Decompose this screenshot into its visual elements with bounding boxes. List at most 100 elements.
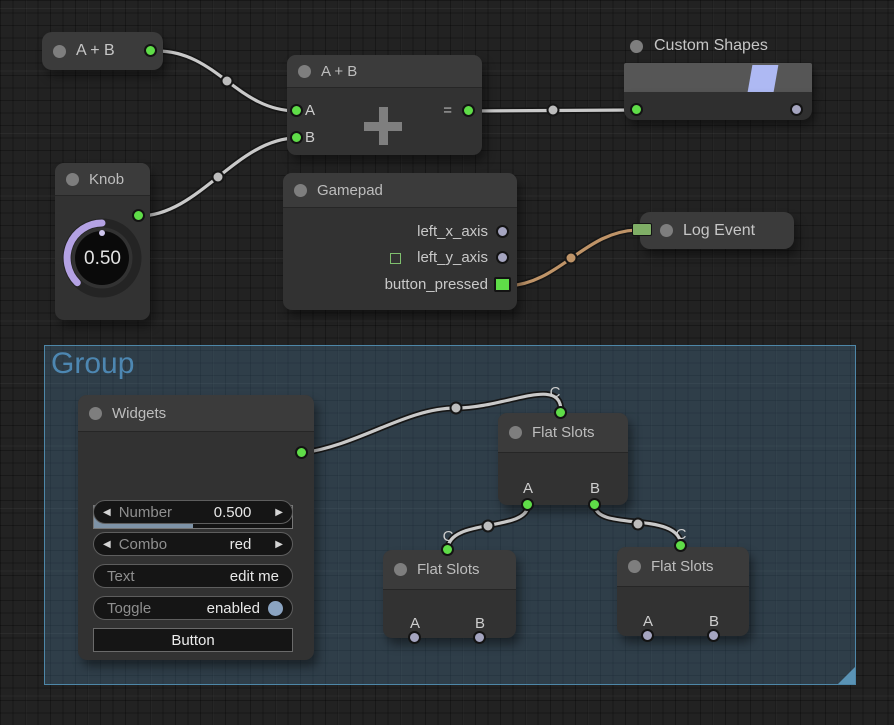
- node-flat-slots-top[interactable]: C Flat Slots A B: [498, 413, 628, 505]
- output-label-a: A: [518, 479, 538, 499]
- link-dot[interactable]: [451, 403, 462, 414]
- collapse-dot-icon[interactable]: [509, 426, 522, 439]
- collapse-dot-icon[interactable]: [89, 407, 102, 420]
- output-label: =: [432, 101, 452, 121]
- output-port-a[interactable]: [521, 498, 534, 511]
- node-header[interactable]: Custom Shapes: [624, 34, 812, 58]
- node-header[interactable]: Flat Slots: [617, 547, 749, 587]
- input-port-c[interactable]: [441, 543, 454, 556]
- node-title: Flat Slots: [651, 558, 714, 575]
- toggle-knob-icon[interactable]: [268, 601, 283, 616]
- event-link-dot[interactable]: [566, 253, 577, 264]
- output-port[interactable]: [462, 104, 475, 117]
- arrow-right-icon[interactable]: ▶: [275, 539, 283, 550]
- input-port-a[interactable]: [290, 104, 303, 117]
- text-widget[interactable]: Text edit me: [93, 564, 293, 588]
- node-header[interactable]: Gamepad: [283, 173, 517, 208]
- combo-value: red: [230, 536, 252, 553]
- collapse-dot-icon[interactable]: [660, 224, 673, 237]
- node-header[interactable]: Knob: [55, 163, 150, 196]
- output-port-a[interactable]: [641, 629, 654, 642]
- node-knob[interactable]: Knob 0.50: [55, 163, 150, 320]
- output-port[interactable]: [132, 209, 145, 222]
- node-add-collapsed[interactable]: A + B: [42, 32, 163, 70]
- number-value: 0.500: [214, 504, 252, 521]
- node-add[interactable]: A + B A B =: [287, 55, 482, 155]
- button-label: Button: [171, 632, 214, 649]
- button-widget[interactable]: Button: [93, 628, 293, 652]
- arrow-left-icon[interactable]: ◀: [103, 507, 111, 518]
- output-port[interactable]: [295, 446, 308, 459]
- link-dot[interactable]: [548, 105, 559, 116]
- node-title: Flat Slots: [532, 424, 595, 441]
- output-port-b[interactable]: [473, 631, 486, 644]
- knob-value: 0.50: [55, 248, 150, 270]
- collapse-dot-icon[interactable]: [630, 40, 643, 53]
- output-label: button_pressed: [385, 275, 488, 295]
- node-title: A + B: [321, 63, 357, 80]
- output-port-left-x[interactable]: [496, 225, 509, 238]
- toggle-value: enabled: [207, 600, 260, 617]
- node-graph-canvas[interactable]: Group: [0, 0, 894, 725]
- node-log-event[interactable]: Log Event: [640, 212, 794, 249]
- input-port-b[interactable]: [290, 131, 303, 144]
- text-label: Text: [107, 568, 135, 585]
- collapse-dot-icon[interactable]: [66, 173, 79, 186]
- plus-icon: [364, 107, 402, 145]
- event-input-port[interactable]: [632, 223, 652, 236]
- link-dot[interactable]: [483, 521, 494, 532]
- output-label-b: B: [585, 479, 605, 499]
- arrow-left-icon[interactable]: ◀: [103, 539, 111, 550]
- output-port[interactable]: [144, 44, 157, 57]
- collapse-dot-icon[interactable]: [298, 65, 311, 78]
- node-gamepad[interactable]: Gamepad left_x_axis left_y_axis button_p…: [283, 173, 517, 310]
- collapse-dot-icon[interactable]: [53, 45, 66, 58]
- input-label-b: B: [305, 128, 315, 148]
- toggle-widget[interactable]: Toggle enabled: [93, 596, 293, 620]
- node-header[interactable]: Flat Slots: [383, 550, 516, 590]
- knob-indicator-icon: [99, 230, 105, 236]
- output-port-event[interactable]: [494, 277, 511, 292]
- output-label: left_x_axis: [417, 222, 488, 242]
- input-label-c: C: [547, 383, 563, 403]
- output-port[interactable]: [790, 103, 803, 116]
- link-dot[interactable]: [633, 519, 644, 530]
- output-port-b[interactable]: [707, 629, 720, 642]
- parallelogram-shape-icon: [748, 65, 779, 92]
- toggle-label: Toggle: [107, 600, 151, 617]
- node-header[interactable]: A + B: [287, 55, 482, 88]
- node-title: Gamepad: [317, 182, 383, 199]
- input-port-c[interactable]: [554, 406, 567, 419]
- collapse-dot-icon[interactable]: [294, 184, 307, 197]
- custom-draw-band: [624, 63, 812, 92]
- output-port-left-y[interactable]: [496, 251, 509, 264]
- toggle-square-icon[interactable]: [390, 253, 401, 264]
- node-header[interactable]: Widgets: [78, 395, 314, 432]
- link-dot[interactable]: [213, 172, 224, 183]
- node-title: Knob: [89, 171, 124, 188]
- node-title: A + B: [76, 42, 115, 60]
- output-port-a[interactable]: [408, 631, 421, 644]
- combo-widget[interactable]: ◀ Combo red ▶: [93, 532, 293, 556]
- node-title: Log Event: [683, 222, 755, 240]
- output-port-b[interactable]: [588, 498, 601, 511]
- collapse-dot-icon[interactable]: [628, 560, 641, 573]
- collapse-dot-icon[interactable]: [394, 563, 407, 576]
- node-flat-slots-right[interactable]: C Flat Slots A B: [617, 547, 749, 636]
- node-flat-slots-left[interactable]: C Flat Slots A B: [383, 550, 516, 638]
- node-header[interactable]: Flat Slots: [498, 413, 628, 453]
- number-widget[interactable]: ◀ Number 0.500 ▶: [93, 500, 293, 524]
- node-body[interactable]: [624, 92, 812, 120]
- link-dot[interactable]: [222, 76, 233, 87]
- output-label: left_y_axis: [417, 248, 488, 268]
- node-widgets[interactable]: Widgets Slider 0.500 ◀ Number 0.500 ▶ ◀ …: [78, 395, 314, 660]
- input-port-c[interactable]: [674, 539, 687, 552]
- text-value: edit me: [230, 568, 279, 585]
- arrow-right-icon[interactable]: ▶: [275, 507, 283, 518]
- input-port[interactable]: [630, 103, 643, 116]
- node-title: Custom Shapes: [654, 37, 768, 55]
- node-custom-shapes[interactable]: Custom Shapes: [624, 34, 812, 120]
- input-label-a: A: [305, 101, 315, 121]
- node-title: Flat Slots: [417, 561, 480, 578]
- combo-label: Combo: [119, 536, 167, 553]
